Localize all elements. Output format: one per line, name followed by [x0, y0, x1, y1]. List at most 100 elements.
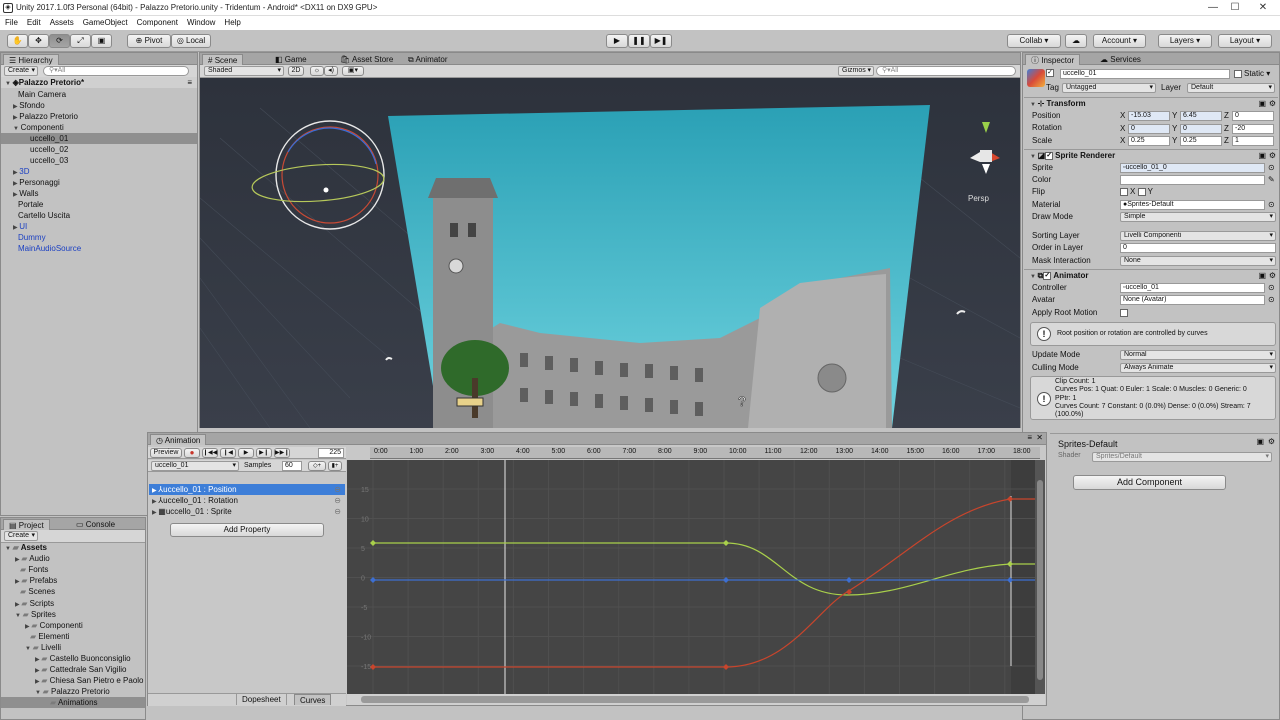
rotate-tool-icon[interactable]: ⟳ [49, 34, 70, 48]
eyedropper-icon[interactable]: ✎ [1268, 174, 1275, 186]
project-folder[interactable]: ▼ ▰ Livelli [1, 642, 61, 653]
project-folder[interactable]: ▰ Elementi [1, 631, 70, 642]
hierarchy-create-dropdown[interactable]: Create [4, 66, 38, 76]
account-dropdown[interactable]: Account ▾ [1093, 34, 1146, 48]
effects-toggle-icon[interactable]: ▣▾ [342, 66, 364, 76]
object-name-field[interactable]: uccello_01 [1060, 69, 1230, 79]
close-button[interactable]: ✕ [1256, 2, 1270, 14]
project-create-dropdown[interactable]: Create [4, 531, 38, 541]
position-y-field[interactable]: 6.45 [1180, 111, 1222, 121]
rotation-z-field[interactable]: -20 [1232, 123, 1274, 134]
menu-edit[interactable]: Edit [22, 16, 45, 27]
preview-toggle[interactable]: Preview [150, 448, 182, 458]
project-folder[interactable]: ▶ ▰ Chiesa San Pietro e Paolo [1, 675, 144, 686]
hierarchy-item[interactable]: Cartello Uscita [1, 210, 70, 221]
menu-file[interactable]: File [0, 16, 22, 27]
play-animation-button[interactable]: ▶ [238, 448, 254, 458]
scale-z-field[interactable]: 1 [1232, 136, 1274, 146]
controller-picker-icon[interactable]: ⊙ [1268, 282, 1275, 294]
scale-tool-icon[interactable]: ⤢ [70, 34, 91, 48]
project-folder[interactable]: ▶ ▰ Castello Buonconsiglio [1, 653, 131, 664]
draw-mode-dropdown[interactable]: Simple [1120, 212, 1276, 222]
record-button[interactable]: ● [184, 448, 200, 458]
tab-asset-store[interactable]: 🛍 Asset Store [335, 54, 398, 65]
tab-scene[interactable]: # Scene [202, 54, 244, 65]
tab-services[interactable]: ☁ Services [1095, 54, 1146, 65]
samples-field[interactable]: 60 [282, 461, 302, 471]
hierarchy-item[interactable]: uccello_02 [1, 144, 68, 155]
hierarchy-item[interactable]: Portale [1, 199, 43, 210]
project-folder[interactable]: ▶ ▰ Cattedrale San Vigilio [1, 664, 126, 675]
position-z-field[interactable]: 0 [1232, 111, 1274, 121]
move-tool-icon[interactable]: ✥ [28, 34, 49, 48]
animated-property-row[interactable]: ▶ ⅄uccello_01 : Position ⊖ [149, 484, 345, 495]
controller-field[interactable]: ▫uccello_01 [1120, 283, 1265, 293]
vertical-scroll-thumb[interactable] [1037, 480, 1043, 680]
scale-y-field[interactable]: 0.25 [1180, 136, 1222, 146]
shading-mode-dropdown[interactable]: Shaded [204, 66, 284, 76]
lighting-toggle-icon[interactable]: ☼ [310, 66, 324, 76]
scene-search-input[interactable]: ⚲▾All [876, 66, 1016, 76]
project-folder[interactable]: ▶ ▰ Componenti [1, 620, 83, 631]
hierarchy-item[interactable]: ▶ Personaggi [1, 177, 60, 188]
sprite-renderer-help-icon[interactable]: ▣ [1258, 150, 1266, 162]
material-picker-icon[interactable]: ⊙ [1268, 199, 1275, 211]
add-event-button[interactable]: ▮+ [328, 461, 342, 471]
persp-label[interactable]: Persp [968, 194, 989, 203]
scene-root-row[interactable]: ▼ ◈Palazzo Pretorio* ≡ [1, 77, 197, 88]
project-folder[interactable]: ▼ ▰ Assets [1, 542, 47, 553]
animator-gear-icon[interactable]: ⚙ [1269, 270, 1276, 282]
hierarchy-item[interactable]: ▶ 3D [1, 166, 30, 177]
hierarchy-item[interactable]: Main Camera [1, 89, 66, 100]
update-mode-dropdown[interactable]: Normal [1120, 350, 1276, 360]
animated-property-row[interactable]: ▶ ⅄uccello_01 : Rotation ⊖ [149, 495, 345, 506]
scale-x-field[interactable]: 0.25 [1128, 136, 1170, 146]
tab-animator[interactable]: ⧉ Animator [403, 54, 453, 65]
animated-property-row[interactable]: ▶ ▦uccello_01 : Sprite ⊖ [149, 506, 345, 517]
scene-viewport[interactable]: ? Persp [200, 78, 1020, 428]
sprite-picker-icon[interactable]: ⊙ [1268, 162, 1275, 174]
clip-dropdown[interactable]: uccello_01 [151, 461, 239, 471]
add-keyframe-button[interactable]: ◇+ [308, 461, 326, 471]
menu-window[interactable]: Window [182, 16, 219, 27]
local-toggle[interactable]: ◎ Local [171, 34, 211, 48]
hierarchy-item[interactable]: uccello_01 [1, 133, 197, 144]
hierarchy-item[interactable]: ▶ Sfondo [1, 100, 45, 111]
rotation-x-field[interactable]: 0 [1128, 123, 1170, 134]
expand-arrow-icon[interactable]: ▼ [13, 126, 21, 132]
audio-toggle-icon[interactable]: ◂) [324, 66, 338, 76]
animation-close-icon[interactable]: ✕ [1036, 433, 1043, 442]
scene-options-icon[interactable]: ≡ [187, 77, 192, 88]
menu-gameobject[interactable]: GameObject [78, 16, 132, 27]
sorting-layer-dropdown[interactable]: Livelli Componenti [1120, 231, 1276, 241]
project-folder[interactable]: ▰ Fonts [1, 564, 48, 575]
current-frame-field[interactable]: 225 [318, 448, 344, 458]
expand-arrow-icon[interactable]: ▼ [35, 690, 43, 696]
expand-arrow-icon[interactable]: ▼ [15, 613, 23, 619]
animator-help-icon[interactable]: ▣ [1258, 270, 1266, 282]
animator-header[interactable]: ▼ ⧉✓ Animator ▣ ⚙ [1024, 269, 1278, 281]
hierarchy-item[interactable]: Dummy [1, 232, 46, 243]
menu-component[interactable]: Component [132, 16, 182, 27]
active-checkbox[interactable]: ✓ [1046, 68, 1054, 77]
timeline-ruler[interactable]: 0:00 1:00 2:00 3:00 4:00 5:00 6:00 7:00 8:00 9:00… [370, 447, 1040, 459]
last-keyframe-button[interactable]: ▶▶❙ [274, 448, 290, 458]
sprite-renderer-header[interactable]: ▼ ◪✓ Sprite Renderer ▣ ⚙ [1024, 149, 1278, 161]
material-gear-icon[interactable]: ⚙ [1268, 437, 1275, 446]
position-x-field[interactable]: -15.03 [1128, 111, 1170, 121]
property-options-icon[interactable]: ⊖ [334, 506, 341, 517]
tab-inspector[interactable]: ⓘ Inspector [1025, 54, 1081, 65]
property-options-icon[interactable]: ⊖ [334, 484, 341, 495]
rect-tool-icon[interactable]: ▣ [91, 34, 112, 48]
project-folder[interactable]: ▰ Animations [1, 697, 145, 709]
flip-toggles[interactable]: X Y [1120, 186, 1153, 198]
avatar-picker-icon[interactable]: ⊙ [1268, 294, 1275, 306]
property-options-icon[interactable]: ⊖ [334, 495, 341, 506]
apply-root-motion-checkbox[interactable] [1120, 307, 1130, 319]
project-folder[interactable]: ▼ ▰ Sprites [1, 609, 56, 620]
pause-button[interactable]: ❚❚ [628, 34, 650, 48]
project-folder[interactable]: ▼ ▰ Palazzo Pretorio [1, 686, 110, 697]
curve-editor[interactable]: 15 10 5 0 -5 -10 -15 [347, 460, 1045, 694]
tab-game[interactable]: ◧ Game [270, 54, 312, 65]
animation-menu-icon[interactable]: ≡ [1027, 433, 1032, 442]
